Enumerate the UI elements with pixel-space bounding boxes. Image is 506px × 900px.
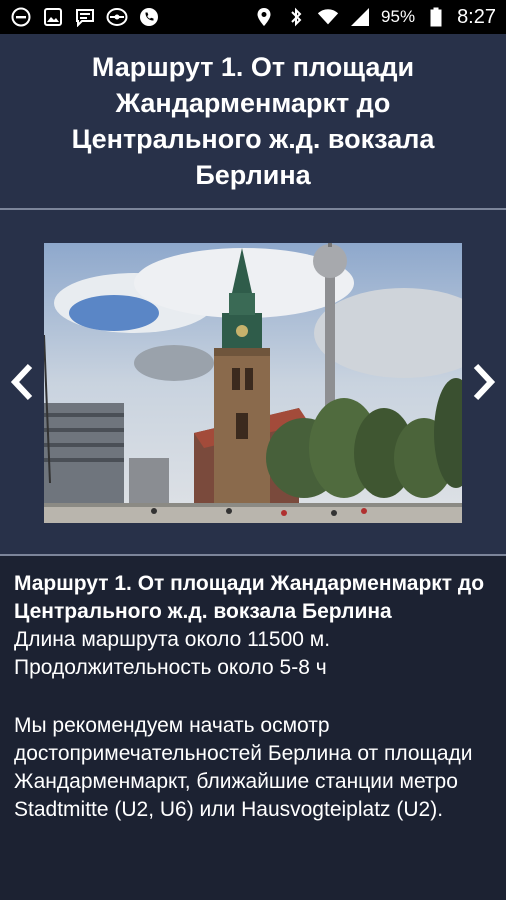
chevron-right-icon [473,363,496,401]
route-title: Маршрут 1. От площади Жандарменмаркт до … [14,572,485,623]
phone-icon [138,6,160,28]
battery-percent: 95% [381,7,416,26]
photo-gallery [0,210,506,554]
page-title: Маршрут 1. От площади Жандарменмаркт до … [71,52,435,190]
clock: 8:27 [457,5,496,28]
gallery-prev-button[interactable] [4,360,40,404]
church-photo [44,243,462,523]
wifi-icon [317,6,339,28]
image-icon [42,6,64,28]
pilot-icon [106,6,128,28]
chevron-left-icon [10,363,33,401]
message-icon [74,6,96,28]
gallery-next-button[interactable] [466,360,502,404]
page-header: Маршрут 1. От площади Жандарменмаркт до … [0,34,506,208]
gallery-photo[interactable] [44,243,462,523]
location-icon [253,6,275,28]
route-description: Маршрут 1. От площади Жандарменмаркт до … [0,556,506,900]
route-duration: Продолжительность около 5-8 ч [14,656,327,679]
minus-circle-icon [10,6,32,28]
route-length: Длина маршрута около 11500 м. [14,628,331,651]
signal-icon [349,6,371,28]
bluetooth-icon [285,6,307,28]
route-paragraph: Мы рекомендуем начать осмотр достопримеч… [14,714,473,821]
status-bar: 95% 8:27 [0,0,506,34]
battery-icon [425,6,447,28]
